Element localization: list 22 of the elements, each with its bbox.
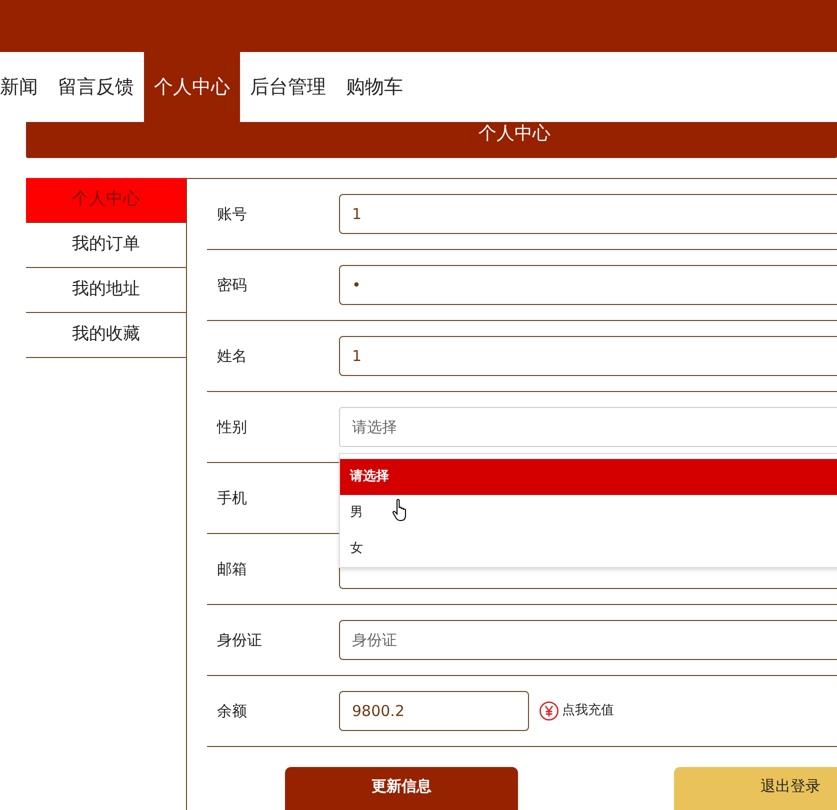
field-label: 姓名 xyxy=(216,346,248,367)
field-label: 性别 xyxy=(216,416,248,438)
field-label: 邮箱 xyxy=(216,558,248,580)
field-label: 账号 xyxy=(216,204,248,225)
input-field[interactable]: • xyxy=(339,265,837,305)
recharge-link[interactable]: 点我充值 xyxy=(562,701,614,721)
input-field[interactable]: 1 xyxy=(339,336,837,376)
nav-tab[interactable]: 个人中心 xyxy=(144,52,240,122)
field-label: 手机 xyxy=(216,488,248,509)
input-field[interactable]: 身份证 xyxy=(339,620,837,660)
logout-button[interactable]: 退出登录 xyxy=(674,767,837,810)
header-title: 个人中心 xyxy=(478,122,550,146)
dropdown-option[interactable]: 请选择 xyxy=(340,459,837,495)
select-field[interactable]: 请选择 xyxy=(339,407,837,447)
dropdown-option[interactable]: 女 xyxy=(340,531,837,567)
field-label: 身份证 xyxy=(216,630,263,651)
update-button[interactable]: 更新信息 xyxy=(285,767,518,810)
input-field[interactable]: 9800.2 xyxy=(339,691,529,731)
field-label: 密码 xyxy=(216,274,248,296)
input-field[interactable]: 1 xyxy=(339,194,837,234)
field-label: 余额 xyxy=(216,700,248,722)
yen-icon xyxy=(539,701,559,721)
